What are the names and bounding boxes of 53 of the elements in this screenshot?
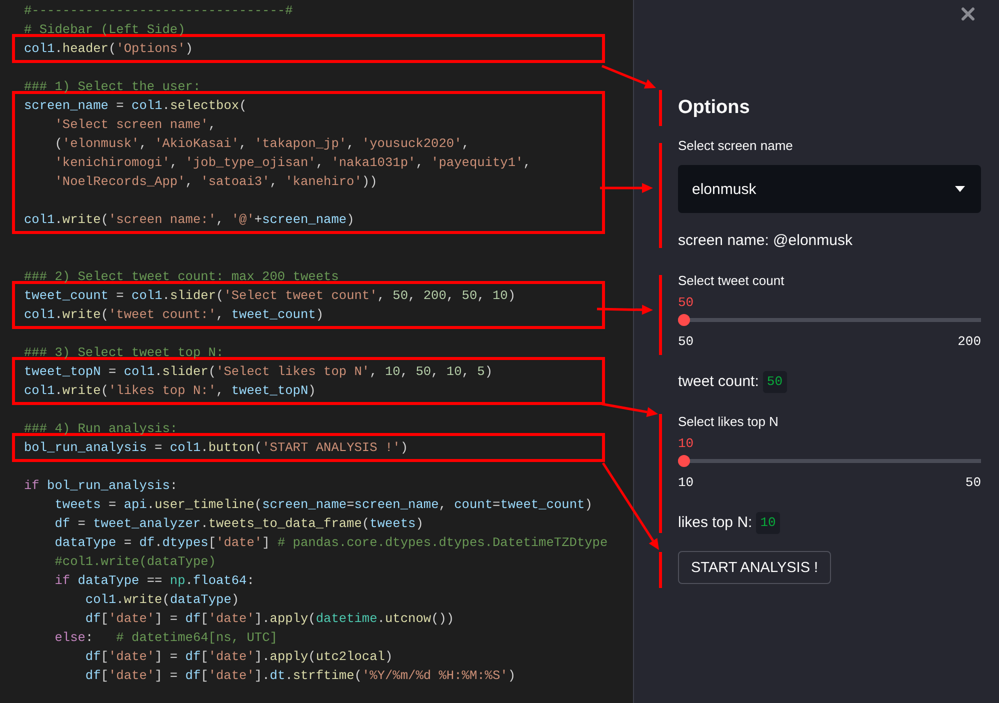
code-line: ### 2) Select tweet count: max 200 tweets [24, 268, 340, 286]
code-line: df['date'] = df['date'].apply(utc2local) [84, 648, 394, 666]
output-text: tweet count: [678, 372, 759, 392]
highlight-bar [659, 552, 662, 588]
slider-value: 10 [678, 437, 695, 451]
slider-thumb[interactable] [678, 455, 690, 467]
code-line: tweet_count = col1.slider('Select tweet count', 50, 200, 50, 10) [24, 287, 517, 305]
code-line: bol_run_analysis = col1.button('START ANALYSIS !') [24, 439, 410, 457]
output-text: likes top N: [678, 513, 752, 533]
slider-min-label: 50 [678, 335, 694, 349]
code-line: tweet_topN = col1.slider('Select likes top N', 10, 50, 10, 5) [24, 363, 494, 381]
screen-name-select[interactable]: elonmusk [678, 165, 981, 213]
code-line: #col1.write(dataType) [54, 553, 217, 571]
select-label: Select screen name [678, 137, 794, 155]
slider-max-label: 50 [965, 476, 981, 490]
code-line: 'kenichiromogi', 'job_type_ojisan', 'naka1031p', 'payequity1', [54, 154, 532, 172]
code-line: if bol_run_analysis: [24, 477, 179, 495]
start-analysis-button[interactable]: START ANALYSIS ! [678, 551, 832, 584]
highlight-bar [659, 90, 662, 126]
code-line: dataType = df.dtypes['date'] # pandas.core.dtypes.dtypes.DatetimeTZDtype [54, 534, 609, 552]
code-line: df = tweet_analyzer.tweets_to_data_frame(tweets) [54, 515, 424, 533]
sidebar-header: Options [678, 96, 751, 120]
code-line: col1.write('screen name:', '@'+screen_name) [24, 211, 356, 229]
slider-max-label: 200 [958, 335, 981, 349]
code-line: df['date'] = df['date'].apply(datetime.utcnow()) [84, 610, 456, 628]
code-line: df['date'] = df['date'].dt.strftime('%Y/%m/%d %H:%M:%S') [84, 667, 517, 685]
slider-label: Select likes top N [678, 413, 780, 431]
code-value: 50 [762, 371, 786, 393]
output-text: screen name: @elonmusk [678, 231, 854, 251]
code-line: # Sidebar (Left Side) [24, 21, 186, 39]
code-line: col1.write('likes top N:', tweet_topN) [24, 382, 317, 400]
code-line: tweets = api.user_timeline(screen_name=screen_name, count=tweet_count) [54, 496, 594, 514]
slider-min-label: 10 [678, 476, 694, 490]
code-line: ### 3) Select tweet top N: [24, 344, 225, 362]
pointer-arrow [602, 64, 656, 88]
code-line: #---------------------------------# [24, 2, 294, 20]
code-line: if dataType == np.float64: [54, 572, 256, 590]
code-line: 'NoelRecords_App', 'satoai3', 'kanehiro')) [54, 173, 378, 191]
close-icon[interactable] [961, 7, 975, 21]
code-line: col1.write('tweet count:', tweet_count) [24, 306, 325, 324]
slider-label: Select tweet count [678, 272, 786, 290]
code-line: col1.header('Options') [24, 40, 194, 58]
caret-icon [955, 186, 965, 192]
slider-thumb[interactable] [678, 314, 690, 326]
code-line: else: # datetime64[ns, UTC] [54, 629, 278, 647]
code-line: ### 4) Run analysis: [24, 420, 179, 438]
code-line: 'Select screen name', [54, 116, 217, 134]
slider-value: 50 [678, 296, 695, 310]
code-line: ('elonmusk', 'AkioKasai', 'takapon_jp', 'yousuck2020', [54, 135, 470, 153]
code-line: col1.write(dataType) [84, 591, 240, 609]
code-line: screen_name = col1.selectbox( [24, 97, 248, 115]
code-line: ### 1) Select the user: [24, 78, 202, 96]
code-value: 10 [756, 512, 780, 534]
